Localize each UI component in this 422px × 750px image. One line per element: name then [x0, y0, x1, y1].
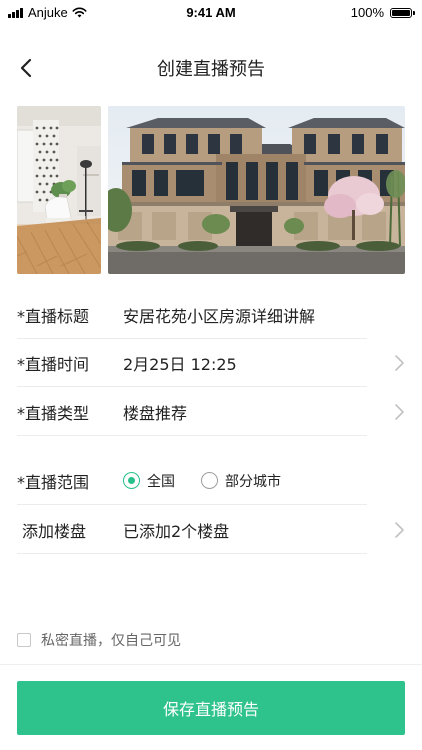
radio-dot — [128, 477, 135, 484]
status-bar: Anjuke 9:41 AM 100% — [0, 0, 422, 26]
battery-tip — [413, 10, 415, 15]
bottom-divider — [0, 664, 422, 665]
scope-option-some-cities-label: 部分城市 — [225, 473, 281, 490]
live-time-row[interactable]: *直播时间 2月25日 12:25 — [17, 338, 405, 387]
row-divider — [17, 553, 367, 554]
battery-icon — [390, 7, 415, 18]
live-time-value[interactable]: 2月25日 12:25 — [123, 351, 237, 375]
photo-villa-exterior[interactable] — [108, 106, 405, 274]
page-title: 创建直播预告 — [157, 59, 265, 80]
live-scope-radio-group: 全国 部分城市 — [123, 471, 307, 491]
villa-photo-image — [108, 106, 405, 274]
scope-option-nationwide[interactable]: 全国 — [123, 471, 175, 491]
live-scope-row: *直播范围 全国 部分城市 — [17, 456, 405, 505]
live-title-row[interactable]: *直播标题 安居花苑小区房源详细讲解 — [17, 290, 405, 339]
radio-unchecked-icon — [201, 472, 218, 489]
live-type-label: *直播类型 — [17, 403, 90, 423]
save-preview-button[interactable]: 保存直播预告 — [17, 681, 405, 735]
photo-living-room[interactable] — [17, 106, 101, 274]
live-title-input[interactable]: 安居花苑小区房源详细讲解 — [123, 303, 315, 327]
scope-option-some-cities[interactable]: 部分城市 — [201, 471, 281, 491]
live-title-label: *直播标题 — [17, 306, 90, 326]
live-type-row[interactable]: *直播类型 楼盘推荐 — [17, 387, 405, 436]
live-type-value[interactable]: 楼盘推荐 — [123, 400, 187, 424]
add-building-label: 添加楼盘 — [22, 521, 87, 541]
checkbox-icon[interactable] — [17, 633, 31, 647]
live-scope-label: *直播范围 — [17, 472, 90, 492]
status-right: 100% — [350, 5, 415, 20]
create-live-preview-screen: Anjuke 9:41 AM 100% 创建直播预告 *直播标题 安居花苑小区房… — [0, 0, 422, 750]
private-live-label: 私密直播，仅自己可见 — [41, 633, 181, 649]
row-divider — [17, 435, 367, 436]
battery-level — [392, 9, 410, 16]
navigation-bar: 创建直播预告 — [0, 44, 422, 92]
radio-checked-icon — [123, 472, 140, 489]
add-building-value[interactable]: 已添加2个楼盘 — [123, 518, 229, 542]
chevron-right-icon — [395, 403, 404, 420]
chevron-right-icon — [395, 521, 404, 538]
add-building-row[interactable]: 添加楼盘 已添加2个楼盘 — [17, 505, 405, 554]
living-room-photo-image — [17, 106, 101, 274]
private-live-toggle[interactable]: 私密直播，仅自己可见 — [17, 630, 181, 650]
battery-percentage: 100% — [350, 5, 384, 20]
scope-option-nationwide-label: 全国 — [147, 473, 175, 490]
live-time-label: *直播时间 — [17, 354, 90, 374]
chevron-right-icon — [395, 354, 404, 371]
